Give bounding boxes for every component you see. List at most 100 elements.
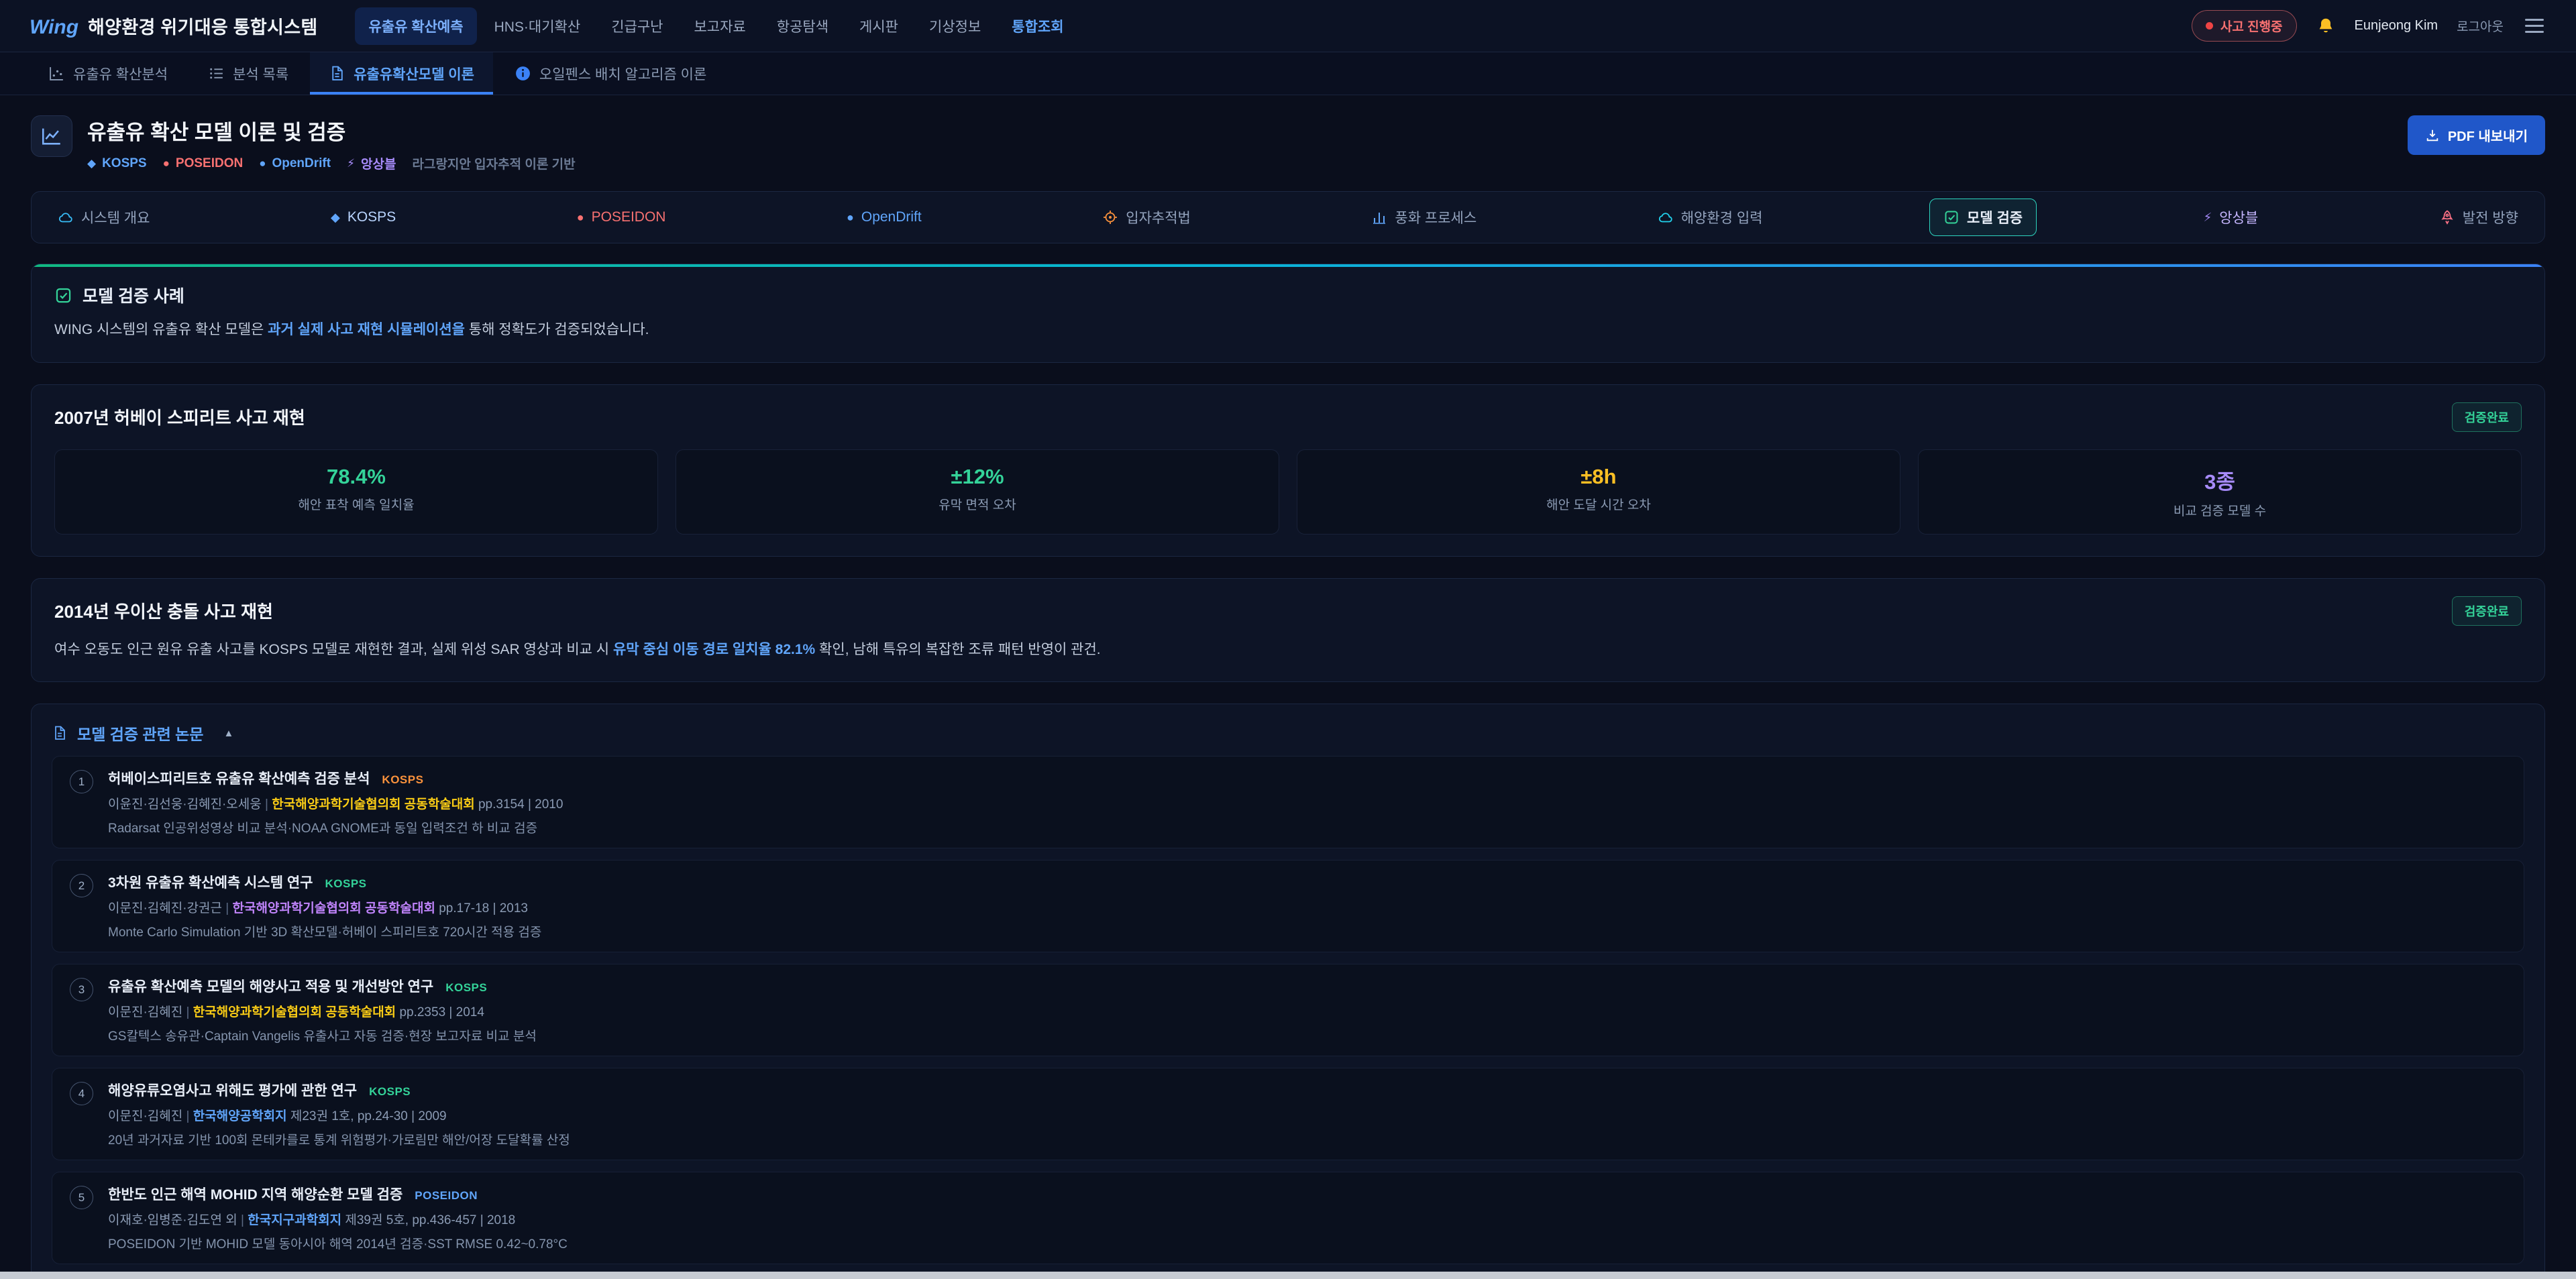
alert-dot-icon: [2206, 22, 2213, 30]
section-pill[interactable]: 풍화 프로세스: [1357, 199, 1491, 236]
paper-meta: 이윤진·김선웅·김혜진·오세웅 | 한국해양과학기술협의회 공동학술대회 pp.…: [108, 794, 2506, 812]
bell-icon[interactable]: [2316, 16, 2336, 36]
brand[interactable]: Wing 해양환경 위기대응 통합시스템: [30, 13, 317, 39]
top-nav-item[interactable]: 게시판: [846, 7, 912, 45]
subtab[interactable]: 오일펜스 배치 알고리즘 이론: [496, 52, 725, 95]
page-title: 유출유 확산 모델 이론 및 검증: [87, 115, 576, 146]
model-tag: ⚡앙상블: [347, 154, 396, 172]
top-nav-item[interactable]: 항공탐색: [763, 7, 842, 45]
menu-icon[interactable]: [2522, 16, 2546, 36]
top-nav-item[interactable]: 긴급구난: [598, 7, 676, 45]
paper-ref: 제39권 5호, pp.436-457 | 2018: [341, 1213, 515, 1227]
section-pill[interactable]: 모델 검증: [1929, 199, 2037, 236]
section-pill-label: 해양환경 입력: [1681, 207, 1763, 227]
brand-title: 해양환경 위기대응 통합시스템: [88, 13, 317, 39]
paper-number: 3: [70, 978, 93, 1001]
user-name[interactable]: Eunjeong Kim: [2355, 18, 2438, 34]
paper-number: 2: [70, 874, 93, 897]
target-icon: [1102, 209, 1118, 225]
verify-link[interactable]: 과거 실제 사고 재현 시뮬레이션을: [268, 322, 465, 337]
paper-body: 허베이스피리트호 유출유 확산예측 검증 분석 KOSPS 이윤진·김선웅·김혜…: [108, 768, 2506, 836]
stat-label: 해안 도달 시간 오차: [1311, 495, 1886, 513]
paper-item[interactable]: 2 3차원 유출유 확산예측 시스템 연구 KOSPS 이문진·김혜진·강권근 …: [52, 860, 2524, 952]
paper-item[interactable]: 3 유출유 확산예측 모델의 해양사고 적용 및 개선방안 연구 KOSPS 이…: [52, 964, 2524, 1056]
subtab-label: 분석 목록: [233, 64, 288, 84]
section-pill-label: 시스템 개요: [81, 207, 150, 227]
case-2014-title: 2014년 우이산 충돌 사고 재현: [54, 598, 273, 623]
stat-label: 해안 표착 예측 일치율: [68, 495, 644, 513]
pdf-export-label: PDF 내보내기: [2448, 125, 2528, 145]
subtab-label: 오일펜스 배치 알고리즘 이론: [539, 64, 706, 84]
subtab[interactable]: 유출유 확산분석: [30, 52, 186, 95]
paper-separator: |: [182, 1005, 193, 1019]
section-pill[interactable]: ⚡앙상블: [2190, 199, 2273, 236]
paper-model-badge: KOSPS: [325, 877, 367, 891]
section-pill[interactable]: 시스템 개요: [44, 199, 164, 236]
top-nav-right: 사고 진행중 Eunjeong Kim 로그아웃: [2192, 10, 2546, 42]
papers-header[interactable]: 모델 검증 관련 논문 ▲: [52, 722, 2524, 744]
top-nav-item[interactable]: 보고자료: [680, 7, 759, 45]
sub-nav: 유출유 확산분석 분석 목록 유출유확산모델 이론 오일펜스 배치 알고리즘 이론: [0, 52, 2576, 95]
paper-journal[interactable]: 한국해양과학기술협의회 공동학술대회: [193, 1005, 396, 1019]
diamond-icon: ◆: [87, 158, 96, 169]
model-tag-label: 라그랑지안 입자추적 이론 기반: [412, 154, 575, 172]
section-pill[interactable]: 입자추적법: [1088, 199, 1205, 236]
section-pill[interactable]: ●POSEIDON: [563, 201, 680, 234]
paper-authors: 이윤진·김선웅·김혜진·오세웅: [108, 797, 262, 812]
section-pill[interactable]: ● OpenDrift: [833, 201, 936, 234]
section-pill[interactable]: ◆KOSPS: [317, 201, 410, 234]
paper-journal[interactable]: 한국해양과학기술협의회 공동학술대회: [272, 797, 474, 812]
case-2014-link[interactable]: 유막 중심 이동 경로 일치율 82.1%: [613, 642, 815, 657]
model-tag-label: 앙상블: [361, 154, 396, 172]
paper-body: 3차원 유출유 확산예측 시스템 연구 KOSPS 이문진·김혜진·강권근 | …: [108, 872, 2506, 940]
paper-number: 5: [70, 1186, 93, 1209]
pdf-export-button[interactable]: PDF 내보내기: [2408, 115, 2545, 155]
paper-meta: 이문진·김혜진 | 한국해양공학회지 제23권 1호, pp.24-30 | 2…: [108, 1106, 2506, 1124]
cloud-icon: [58, 209, 74, 225]
stat-label: 유막 면적 오차: [690, 495, 1265, 513]
top-nav-item[interactable]: 통합조회: [998, 7, 1077, 45]
paper-title: 한반도 인근 해역 MOHID 지역 해양순환 모델 검증: [108, 1184, 402, 1204]
stat-value: ±8h: [1311, 465, 1886, 489]
paper-item[interactable]: 1 허베이스피리트호 유출유 확산예측 검증 분석 KOSPS 이윤진·김선웅·…: [52, 756, 2524, 848]
top-nav-item[interactable]: 기상정보: [916, 7, 994, 45]
paper-item[interactable]: 4 해양유류오염사고 위해도 평가에 관한 연구 KOSPS 이문진·김혜진 |…: [52, 1068, 2524, 1160]
stat-card: 3종 비교 검증 모델 수: [1918, 449, 2522, 535]
paper-ref: pp.17-18 | 2013: [435, 901, 528, 915]
stat-value: 3종: [1932, 465, 2508, 495]
info-icon: [515, 65, 531, 82]
top-nav: Wing 해양환경 위기대응 통합시스템 유출유 확산예측HNS·대기확산긴급구…: [0, 0, 2576, 52]
verification-overview-card: 모델 검증 사례 WING 시스템의 유출유 확산 모델은 과거 실제 사고 재…: [31, 264, 2545, 363]
paper-journal[interactable]: 한국해양과학기술협의회 공동학술대회: [232, 901, 435, 915]
paper-journal[interactable]: 한국지구과학회지: [248, 1213, 341, 1227]
section-pill-label: POSEIDON: [592, 209, 666, 225]
subtab[interactable]: 분석 목록: [189, 52, 307, 95]
paper-title-row: 유출유 확산예측 모델의 해양사고 적용 및 개선방안 연구 KOSPS: [108, 976, 2506, 996]
verify-title-label: 모델 검증 사례: [83, 283, 184, 307]
paper-model-badge: POSEIDON: [415, 1189, 478, 1203]
stat-value: 78.4%: [68, 465, 644, 489]
model-tag-label: POSEIDON: [176, 156, 243, 171]
incident-status-badge[interactable]: 사고 진행중: [2192, 10, 2297, 42]
dot-icon: ●: [847, 211, 854, 223]
logout-button[interactable]: 로그아웃: [2457, 17, 2504, 35]
verified-badge-2007: 검증완료: [2452, 402, 2522, 432]
paper-item[interactable]: 5 한반도 인근 해역 MOHID 지역 해양순환 모델 검증 POSEIDON…: [52, 1172, 2524, 1264]
section-pill[interactable]: 발전 방향: [2425, 199, 2532, 236]
section-pill[interactable]: 해양환경 입력: [1644, 199, 1777, 236]
main-nav: 유출유 확산예측HNS·대기확산긴급구난보고자료항공탐색게시판기상정보통합조회: [355, 7, 1077, 45]
case-2007-card: 2007년 허베이 스피리트 사고 재현 검증완료 78.4% 해안 표착 예측…: [31, 384, 2545, 557]
paper-model-badge: KOSPS: [445, 981, 487, 995]
subtab[interactable]: 유출유확산모델 이론: [310, 52, 493, 95]
page-icon: [31, 115, 72, 157]
paper-authors: 이재호·임병준·김도연 외: [108, 1213, 237, 1227]
case-2014-text-after: 확인, 남해 특유의 복잡한 조류 패턴 반영이 관건.: [815, 642, 1100, 657]
case-2007-head: 2007년 허베이 스피리트 사고 재현 검증완료: [54, 402, 2522, 432]
main-content: 유출유 확산 모델 이론 및 검증 ◆KOSPS●POSEIDON●OpenDr…: [0, 95, 2576, 1279]
top-nav-item[interactable]: HNS·대기확산: [481, 7, 594, 45]
model-tag-label: KOSPS: [102, 156, 147, 171]
paper-journal[interactable]: 한국해양공학회지: [193, 1109, 287, 1123]
top-nav-item[interactable]: 유출유 확산예측: [355, 7, 476, 45]
collapse-icon[interactable]: ▲: [223, 728, 233, 739]
section-pill-label: OpenDrift: [861, 209, 922, 225]
